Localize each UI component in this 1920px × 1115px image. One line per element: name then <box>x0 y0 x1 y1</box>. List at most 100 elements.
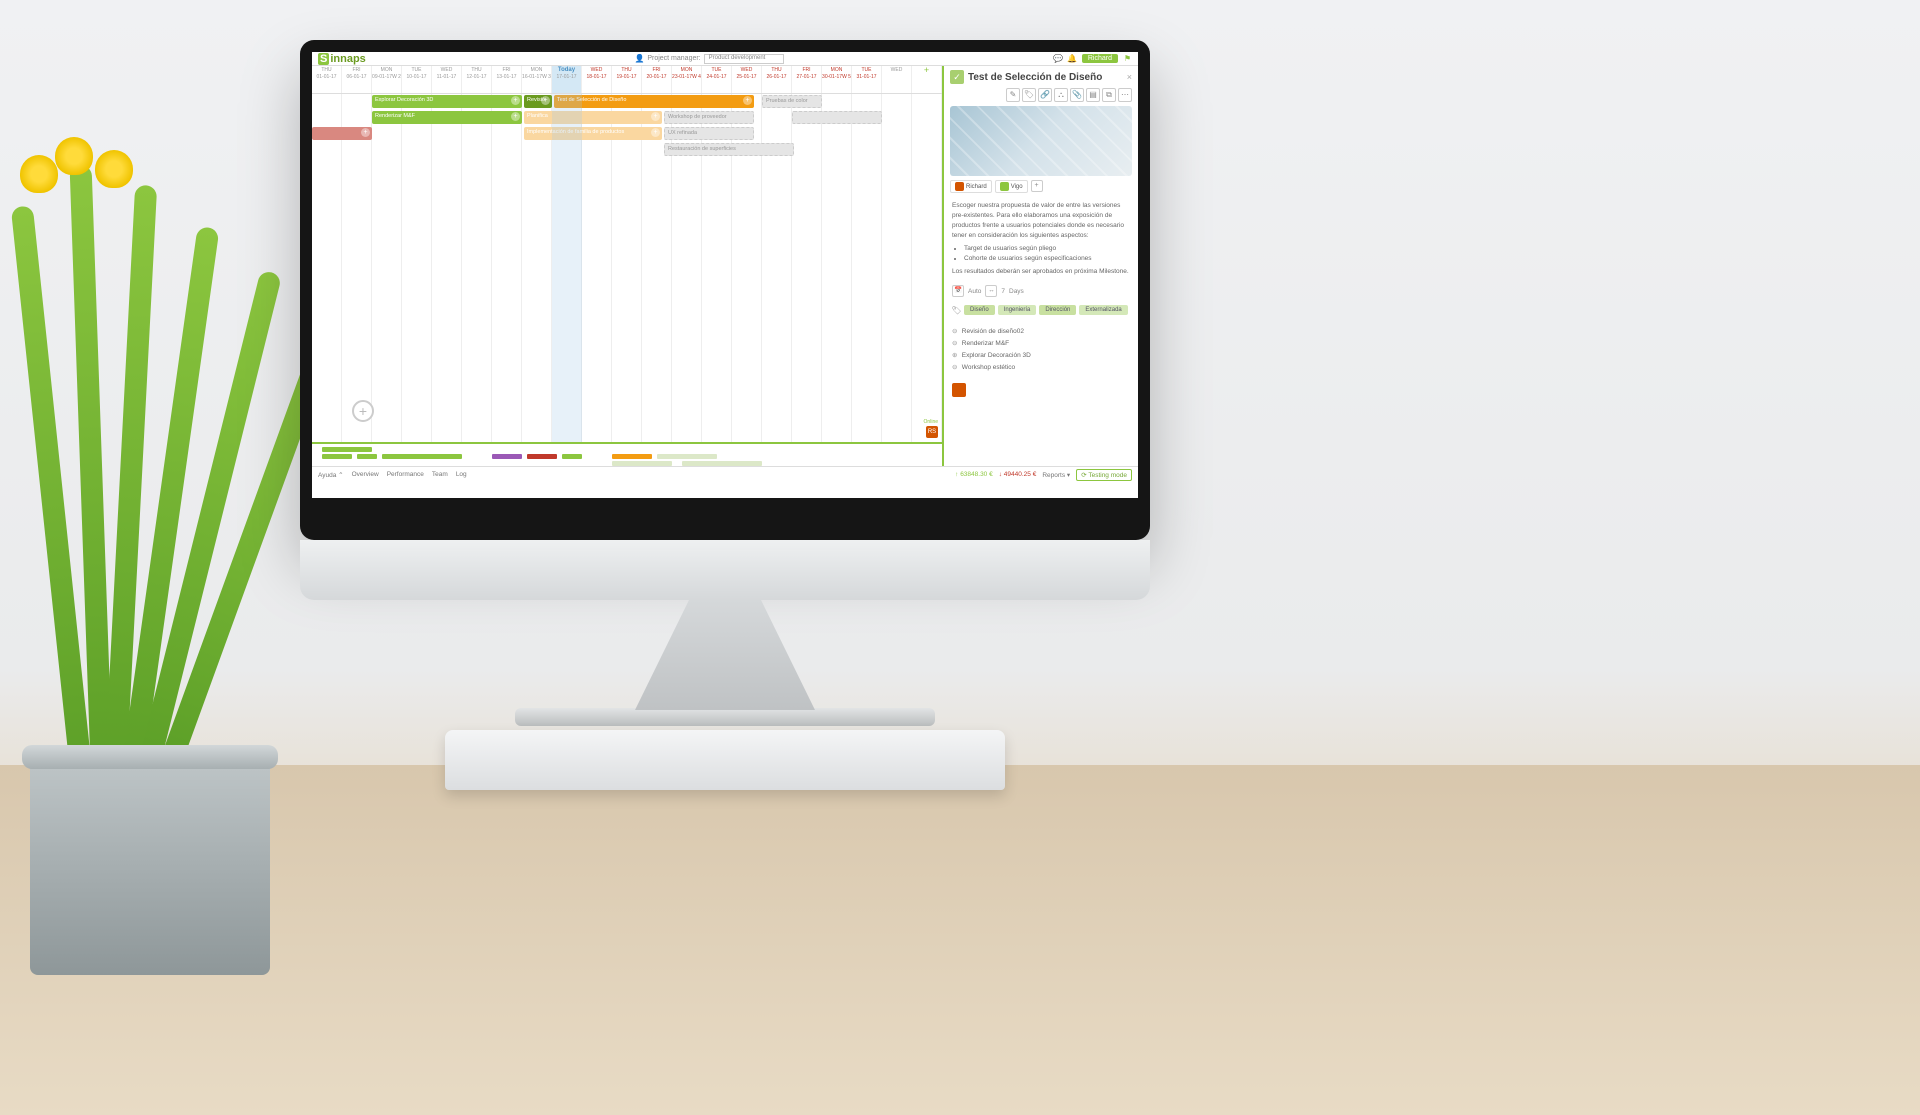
timeline-col[interactable]: THU19-01-17 <box>612 66 642 93</box>
footer-nav-item[interactable]: Performance <box>387 471 424 478</box>
dependency-item[interactable]: ⊖ Revisión de diseño02 <box>952 325 1130 337</box>
tree-icon[interactable]: ⛬ <box>1054 88 1068 102</box>
timeline-col[interactable]: FRI13-01-17 <box>492 66 522 93</box>
minimap-segment[interactable] <box>562 454 582 459</box>
timeline-col[interactable]: WED18-01-17 <box>582 66 612 93</box>
timeline-body[interactable]: Explorar Decoración 3D+Revisió+Test de S… <box>312 94 942 442</box>
bar-add-icon[interactable]: + <box>541 96 550 105</box>
complete-check[interactable]: ✓ <box>950 70 964 84</box>
desk <box>0 765 1920 1115</box>
project-select[interactable]: Product development <box>704 54 785 64</box>
dependency-item[interactable]: ⊕ Explorar Decoración 3D <box>952 349 1130 361</box>
copy-icon[interactable]: ⧉ <box>1102 88 1116 102</box>
timeline-col[interactable]: THU26-01-17 <box>762 66 792 93</box>
timeline-col[interactable]: FRI20-01-17 <box>642 66 672 93</box>
timeline-col[interactable]: TUE31-01-17 <box>852 66 882 93</box>
expense-value: ↓ 49440.25 € <box>999 471 1037 478</box>
add-column-button[interactable]: + <box>912 66 942 93</box>
more-icon[interactable]: ⋯ <box>1118 88 1132 102</box>
timeline-col[interactable]: Today17-01-17 <box>552 66 582 93</box>
assignee-chip[interactable]: Richard <box>950 180 992 193</box>
minimap[interactable] <box>312 442 942 466</box>
duration-mode[interactable]: Auto <box>968 288 981 295</box>
bar-add-icon[interactable]: + <box>511 96 520 105</box>
link-icon[interactable]: 🔗 <box>1038 88 1052 102</box>
minimap-segment[interactable] <box>527 454 557 459</box>
minimap-segment[interactable] <box>322 454 352 459</box>
gantt-bar[interactable]: Renderizar M&F+ <box>372 111 522 124</box>
gantt-bar[interactable]: Implementación de familia de productos+ <box>524 127 662 140</box>
timeline-col[interactable]: MON16-01-17W 3 <box>522 66 552 93</box>
timeline-col[interactable]: TUE10-01-17 <box>402 66 432 93</box>
minimap-segment[interactable] <box>357 454 377 459</box>
gantt-bar[interactable]: Revisió+ <box>524 95 552 108</box>
panel-toolbar: ✎ 🏷 🔗 ⛬ 📎 ▤ ⧉ ⋯ <box>944 88 1138 106</box>
timeline-col[interactable]: MON23-01-17W 4 <box>672 66 702 93</box>
close-icon[interactable]: × <box>1127 72 1132 82</box>
timeline-col[interactable]: FRI06-01-17 <box>342 66 372 93</box>
minimap-segment[interactable] <box>492 454 522 459</box>
add-task-button[interactable]: + <box>352 400 374 422</box>
calendar-icon[interactable]: 📅 <box>952 285 964 297</box>
flag-icon[interactable]: ⚑ <box>1123 54 1132 63</box>
footer-nav-item[interactable]: Team <box>432 471 448 478</box>
gantt-bar[interactable]: Restauración de superficies <box>664 143 794 156</box>
plant <box>0 145 320 765</box>
minimap-segment[interactable] <box>612 454 652 459</box>
comment-area[interactable] <box>944 379 1138 403</box>
bell-icon[interactable]: 🔔 <box>1068 54 1077 63</box>
dependency-item[interactable]: ⊖ Renderizar M&F <box>952 337 1130 349</box>
duration-value: 7 <box>1001 288 1005 295</box>
dependency-item[interactable]: ⊖ Workshop estético <box>952 361 1130 373</box>
timeline-col[interactable]: WED11-01-17 <box>432 66 462 93</box>
minimap-segment[interactable] <box>682 461 762 466</box>
gantt-bar[interactable]: + <box>312 127 372 140</box>
gantt-bar[interactable] <box>792 111 882 124</box>
timeline-col[interactable]: THU01-01-17 <box>312 66 342 93</box>
logo[interactable]: Sinnaps <box>318 53 366 65</box>
bar-add-icon[interactable]: + <box>651 128 660 137</box>
tag[interactable]: Diseño <box>964 305 995 315</box>
footer-nav-item[interactable]: Log <box>456 471 467 478</box>
gantt-bar[interactable]: Explorar Decoración 3D+ <box>372 95 522 108</box>
bar-add-icon[interactable]: + <box>651 112 660 121</box>
chat-icon[interactable]: 💬 <box>1054 54 1063 63</box>
gantt-bar[interactable]: Pruebas de color <box>762 95 822 108</box>
timeline-col[interactable]: MON09-01-17W 2 <box>372 66 402 93</box>
clip-icon[interactable]: 📎 <box>1070 88 1084 102</box>
footer-nav-item[interactable]: Overview <box>352 471 379 478</box>
gantt-bar[interactable]: Test de Selección de Diseño+ <box>554 95 754 108</box>
timeline-col[interactable]: THU12-01-17 <box>462 66 492 93</box>
timeline-col[interactable]: WED25-01-17 <box>732 66 762 93</box>
help-button[interactable]: Ayuda ⌃ <box>318 471 344 479</box>
minimap-segment[interactable] <box>612 461 672 466</box>
minimap-segment[interactable] <box>382 454 462 459</box>
chart-icon[interactable]: ▤ <box>1086 88 1100 102</box>
reports-link[interactable]: Reports ▾ <box>1042 471 1070 479</box>
timeline-col[interactable]: FRI27-01-17 <box>792 66 822 93</box>
tag[interactable]: Dirección <box>1039 305 1076 315</box>
duration-link-icon[interactable]: ↔ <box>985 285 997 297</box>
timeline-col[interactable]: WED <box>882 66 912 93</box>
edit-icon[interactable]: ✎ <box>1006 88 1020 102</box>
gantt-bar[interactable]: Planifica+ <box>524 111 662 124</box>
assignee-chip[interactable]: Vigo <box>995 180 1028 193</box>
tag-icon[interactable]: 🏷 <box>1022 88 1036 102</box>
tag[interactable]: Externalizada <box>1079 305 1127 315</box>
bar-add-icon[interactable]: + <box>511 112 520 121</box>
gantt-bar[interactable]: Workshop de proveedor <box>664 111 754 124</box>
minimap-segment[interactable] <box>322 447 372 452</box>
add-assignee-button[interactable]: + <box>1031 180 1043 192</box>
income-value: ↑ 63848.30 € <box>955 471 993 478</box>
gantt-row: Explorar Decoración 3D+Revisió+Test de S… <box>312 94 942 110</box>
tag[interactable]: Ingeniería <box>998 305 1037 315</box>
gantt-bar[interactable]: UX refinada <box>664 127 754 140</box>
online-avatar[interactable]: RS <box>926 426 938 438</box>
testing-mode-badge[interactable]: ⟳ Testing mode <box>1076 469 1132 481</box>
bar-add-icon[interactable]: + <box>361 128 370 137</box>
user-button[interactable]: Richard <box>1082 54 1118 63</box>
bar-add-icon[interactable]: + <box>743 96 752 105</box>
minimap-segment[interactable] <box>657 454 717 459</box>
timeline-col[interactable]: MON30-01-17W 5 <box>822 66 852 93</box>
timeline-col[interactable]: TUE24-01-17 <box>702 66 732 93</box>
